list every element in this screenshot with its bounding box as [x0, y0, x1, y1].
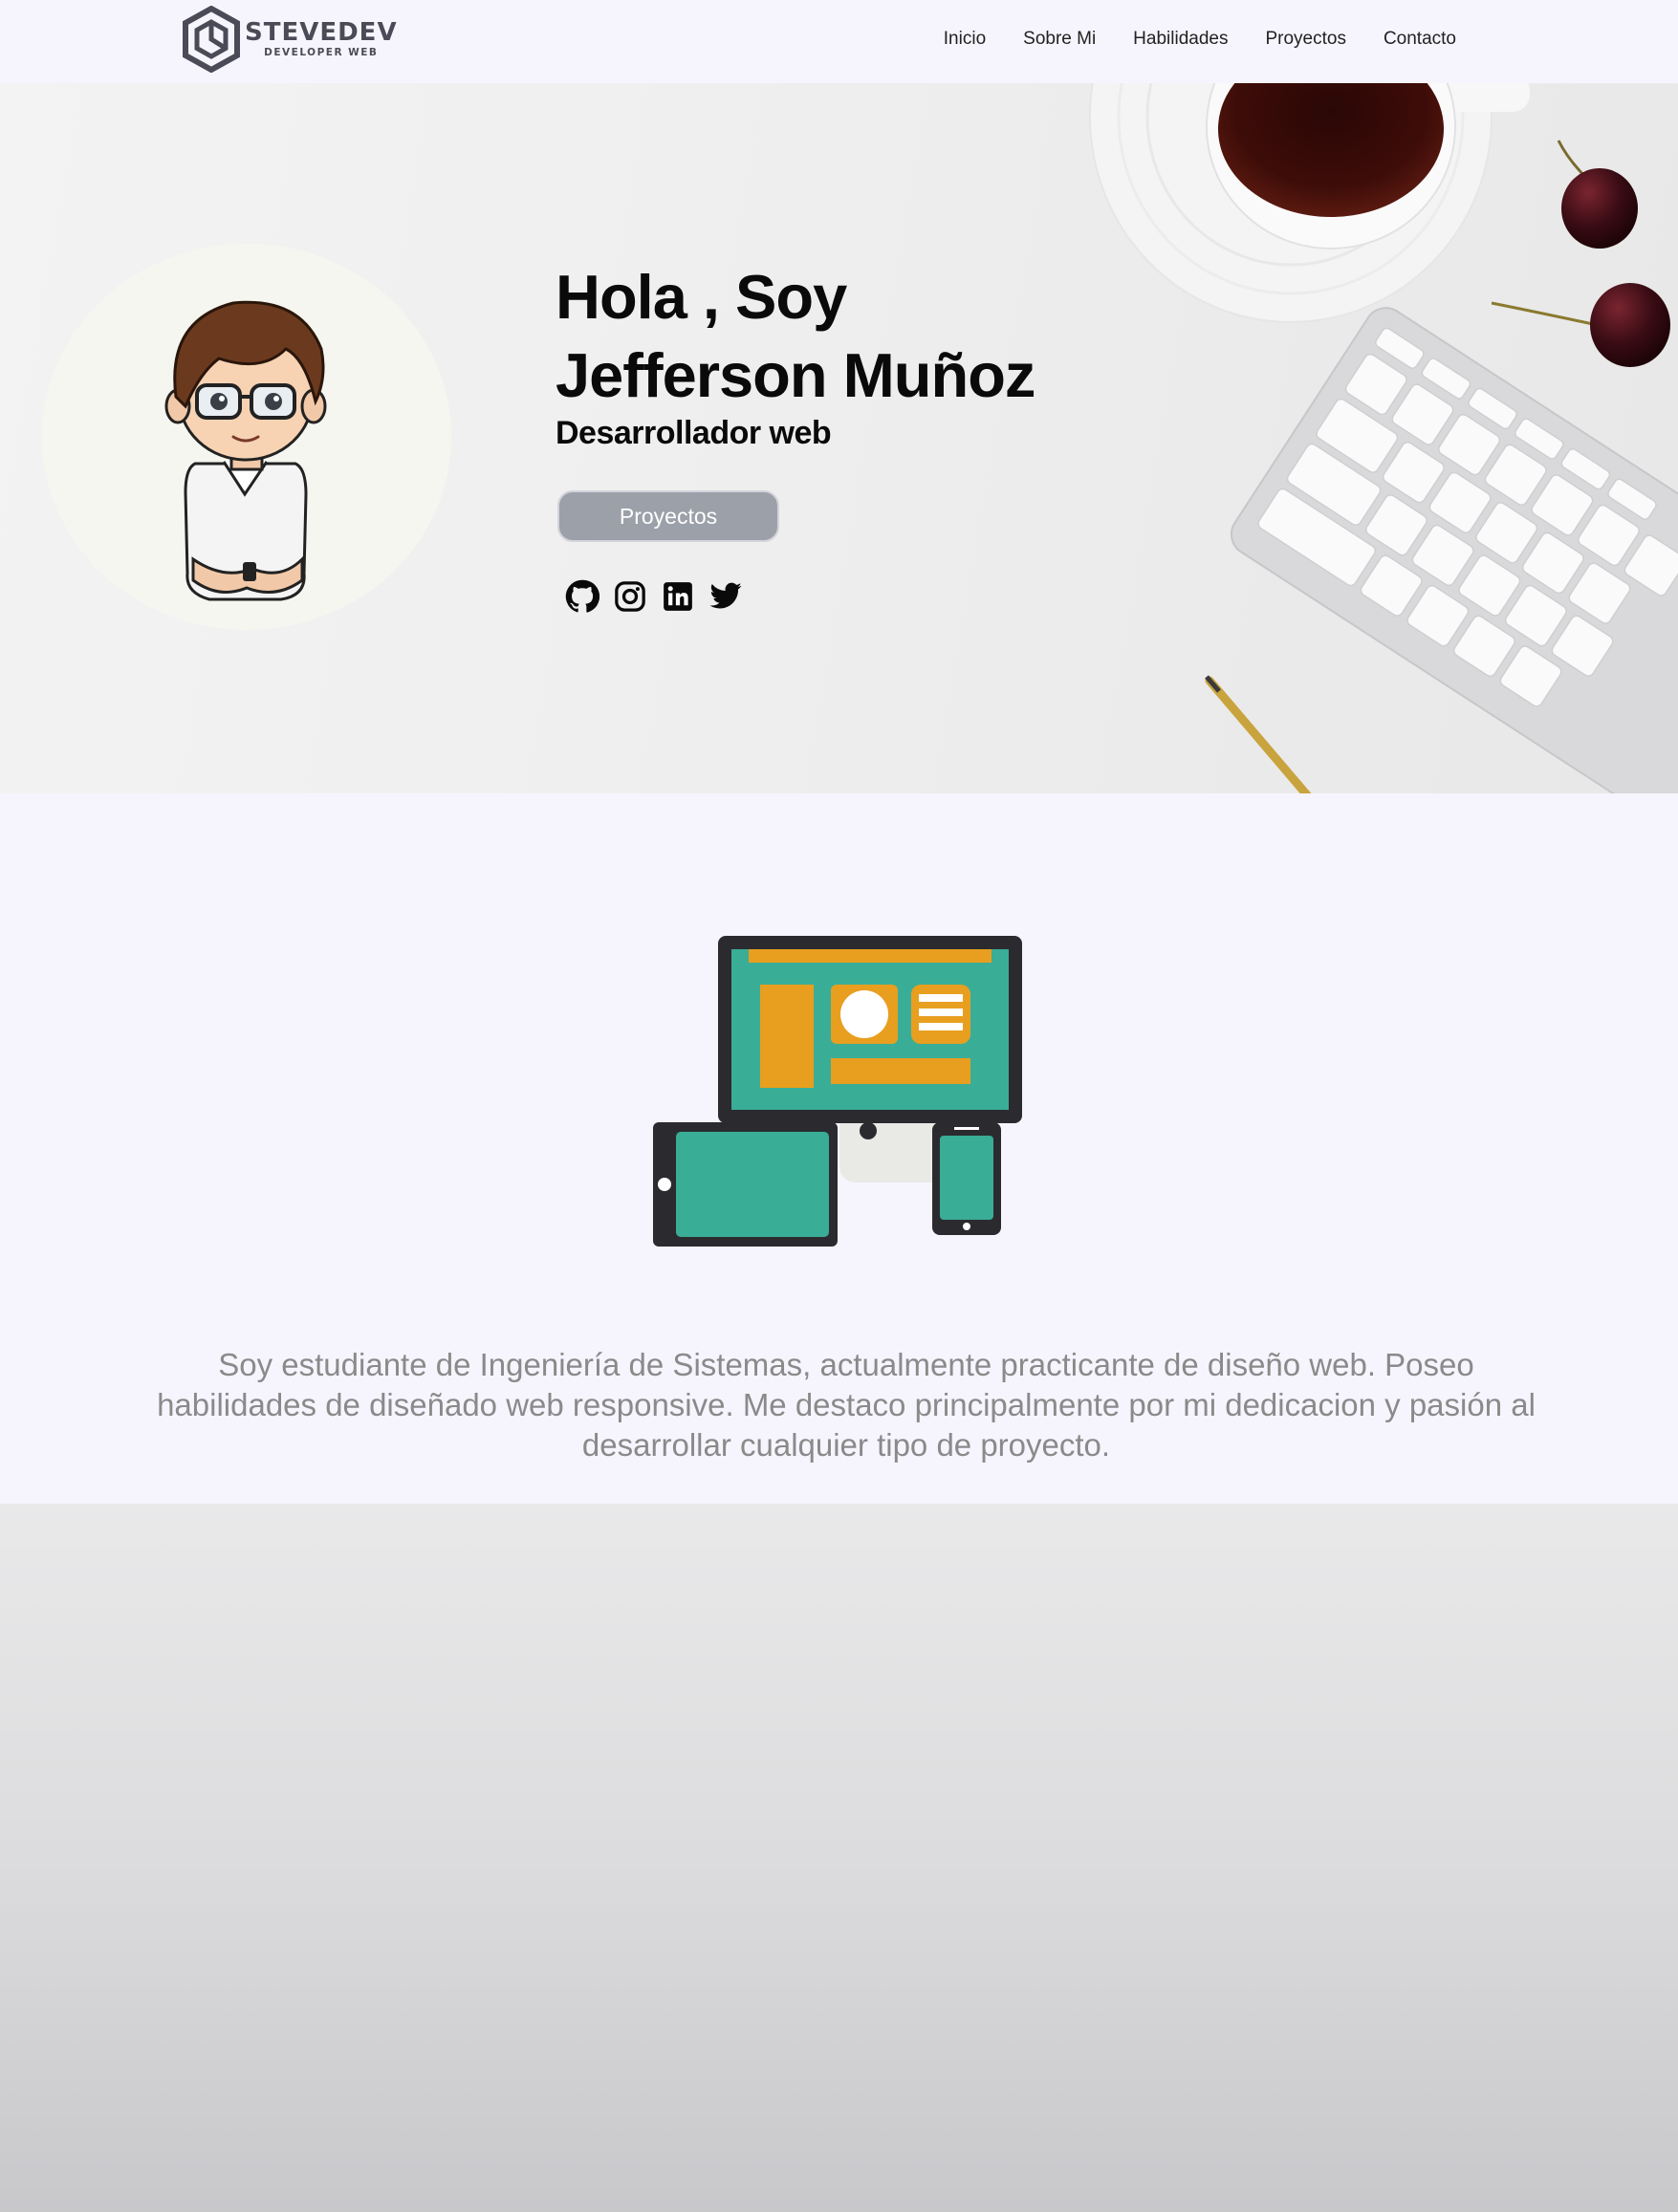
next-section-background — [0, 1504, 1678, 2212]
brand-name: STEVEDEV — [245, 18, 398, 48]
hero-role: Desarrollador web — [556, 415, 832, 451]
cherry — [1561, 168, 1638, 249]
hero-heading: Hola , Soy Jefferson Muñoz Desarrollador… — [556, 258, 1035, 452]
about-section: Soy estudiante de Ingeniería de Sistemas… — [0, 793, 1678, 1504]
github-icon[interactable] — [564, 578, 600, 615]
brand-logo[interactable]: STEVEDEV DEVELOPER WEB — [182, 6, 398, 73]
cherry — [1590, 283, 1670, 367]
brand-tagline: DEVELOPER WEB — [264, 47, 379, 59]
about-description: Soy estudiante de Ingeniería de Sistemas… — [157, 1347, 1536, 1463]
social-links — [564, 578, 744, 615]
nav-menu: Inicio Sobre Mi Habilidades Proyectos Co… — [906, 0, 1456, 78]
responsive-devices-illustration — [653, 936, 1022, 1247]
avatar — [42, 244, 451, 630]
nav-link-sobre-mi[interactable]: Sobre Mi — [1023, 29, 1096, 50]
nav-link-habilidades[interactable]: Habilidades — [1133, 29, 1228, 50]
instagram-icon[interactable] — [612, 578, 648, 615]
hero-greeting: Hola , Soy — [556, 262, 847, 332]
nav-link-proyectos[interactable]: Proyectos — [1265, 29, 1345, 50]
projects-button[interactable]: Proyectos — [557, 490, 779, 542]
pen — [1205, 676, 1312, 793]
hexagon-logo-icon — [183, 6, 240, 73]
nav-link-contacto[interactable]: Contacto — [1384, 29, 1456, 50]
twitter-icon[interactable] — [708, 578, 744, 615]
hero-section: Hola , Soy Jefferson Muñoz Desarrollador… — [0, 83, 1678, 793]
hero-name: Jefferson Muñoz — [556, 340, 1035, 410]
avatar-illustration — [164, 300, 327, 601]
nav-link-inicio[interactable]: Inicio — [944, 29, 986, 50]
linkedin-icon[interactable] — [660, 578, 696, 615]
navbar: STEVEDEV DEVELOPER WEB Inicio Sobre Mi H… — [0, 0, 1678, 83]
